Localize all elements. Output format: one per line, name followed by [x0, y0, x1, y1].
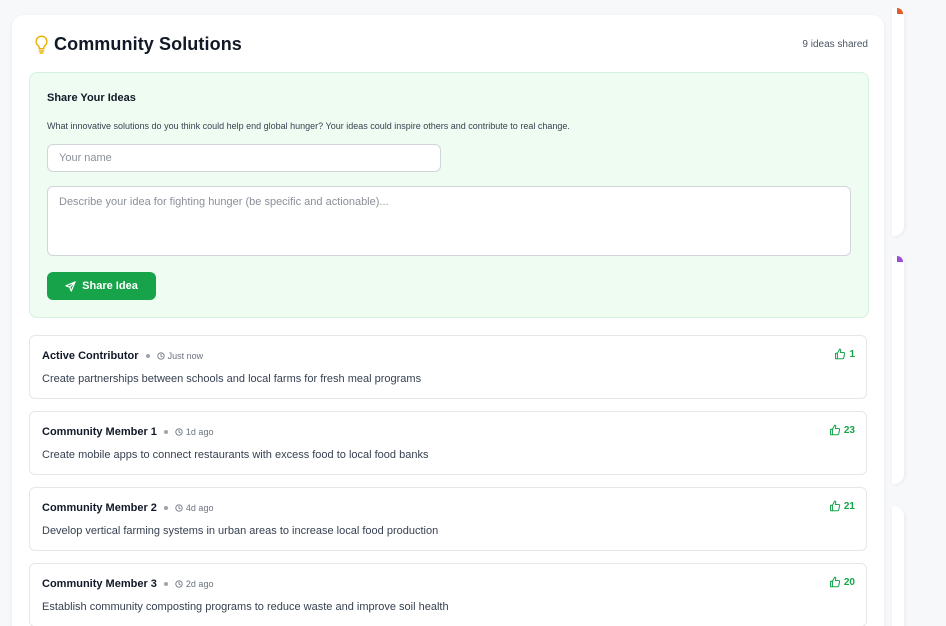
like-count: 20	[843, 576, 855, 588]
idea-time: 2d ago	[185, 579, 214, 589]
lightbulb-icon	[32, 33, 50, 55]
separator-dot	[163, 582, 168, 586]
card-header: Community Solutions 9 ideas shared	[32, 33, 868, 55]
share-panel-title: Share Your Ideas	[47, 92, 136, 104]
idea-text: Create mobile apps to connect restaurant…	[42, 449, 429, 461]
share-idea-button[interactable]: Share Idea	[47, 272, 156, 300]
clock-icon	[175, 504, 183, 512]
share-idea-label: Share Idea	[82, 280, 138, 292]
thumbs-up-icon	[829, 576, 841, 588]
idea-card: Community Member 3 2d ago Establish commun…	[29, 563, 867, 626]
like-button[interactable]: 20	[829, 576, 855, 588]
idea-author-name: Community Member 1	[42, 426, 157, 438]
idea-text: Create partnerships between schools and …	[42, 373, 422, 385]
side-card	[892, 256, 904, 484]
like-count: 21	[843, 500, 855, 512]
community-solutions-card: Community Solutions 9 ideas shared Share…	[12, 15, 884, 626]
idea-text: Develop vertical farming systems in urba…	[42, 525, 439, 537]
side-card-accent	[897, 8, 903, 14]
like-count: 23	[843, 424, 855, 436]
idea-author-name: Community Member 2	[42, 502, 157, 514]
ideas-count: 9 ideas shared	[802, 38, 868, 50]
section-title: Community Solutions	[54, 33, 242, 54]
side-card	[892, 506, 904, 626]
idea-author: Community Member 1 1d ago	[42, 426, 213, 438]
like-button[interactable]: 1	[834, 348, 855, 360]
idea-author: Active Contributor Just now	[42, 350, 203, 362]
idea-card: Community Member 2 4d ago Develop vertical…	[29, 487, 867, 551]
idea-card: Active Contributor Just now Create partner…	[29, 335, 867, 399]
like-count: 1	[849, 348, 855, 360]
idea-author: Community Member 3 2d ago	[42, 578, 213, 590]
thumbs-up-icon	[829, 500, 841, 512]
clock-icon	[156, 352, 165, 360]
idea-time: 4d ago	[185, 503, 214, 513]
idea-author: Community Member 2 4d ago	[42, 502, 213, 514]
side-card-accent	[897, 256, 903, 262]
idea-time: 1d ago	[185, 427, 214, 437]
separator-dot	[145, 354, 150, 358]
side-card	[892, 8, 904, 236]
idea-time: Just now	[167, 351, 204, 361]
separator-dot	[163, 506, 168, 510]
like-button[interactable]: 21	[829, 500, 855, 512]
idea-text: Establish community composting programs …	[42, 601, 449, 613]
idea-card: Community Member 1 1d ago Create mobile ap…	[29, 411, 867, 475]
share-ideas-panel: Share Your Ideas What innovative solutio…	[29, 72, 869, 318]
idea-author-name: Community Member 3	[42, 578, 157, 590]
thumbs-up-icon	[834, 348, 846, 360]
clock-icon	[175, 580, 183, 588]
like-button[interactable]: 23	[829, 424, 855, 436]
separator-dot	[163, 430, 168, 434]
share-panel-description: What innovative solutions do you think c…	[47, 121, 570, 131]
thumbs-up-icon	[829, 424, 841, 436]
idea-author-name: Active Contributor	[42, 350, 139, 362]
name-input[interactable]	[47, 144, 441, 172]
page: Community Solutions 9 ideas shared Share…	[0, 0, 946, 626]
idea-textarea[interactable]	[47, 186, 851, 256]
clock-icon	[175, 428, 183, 436]
send-icon	[65, 280, 76, 292]
